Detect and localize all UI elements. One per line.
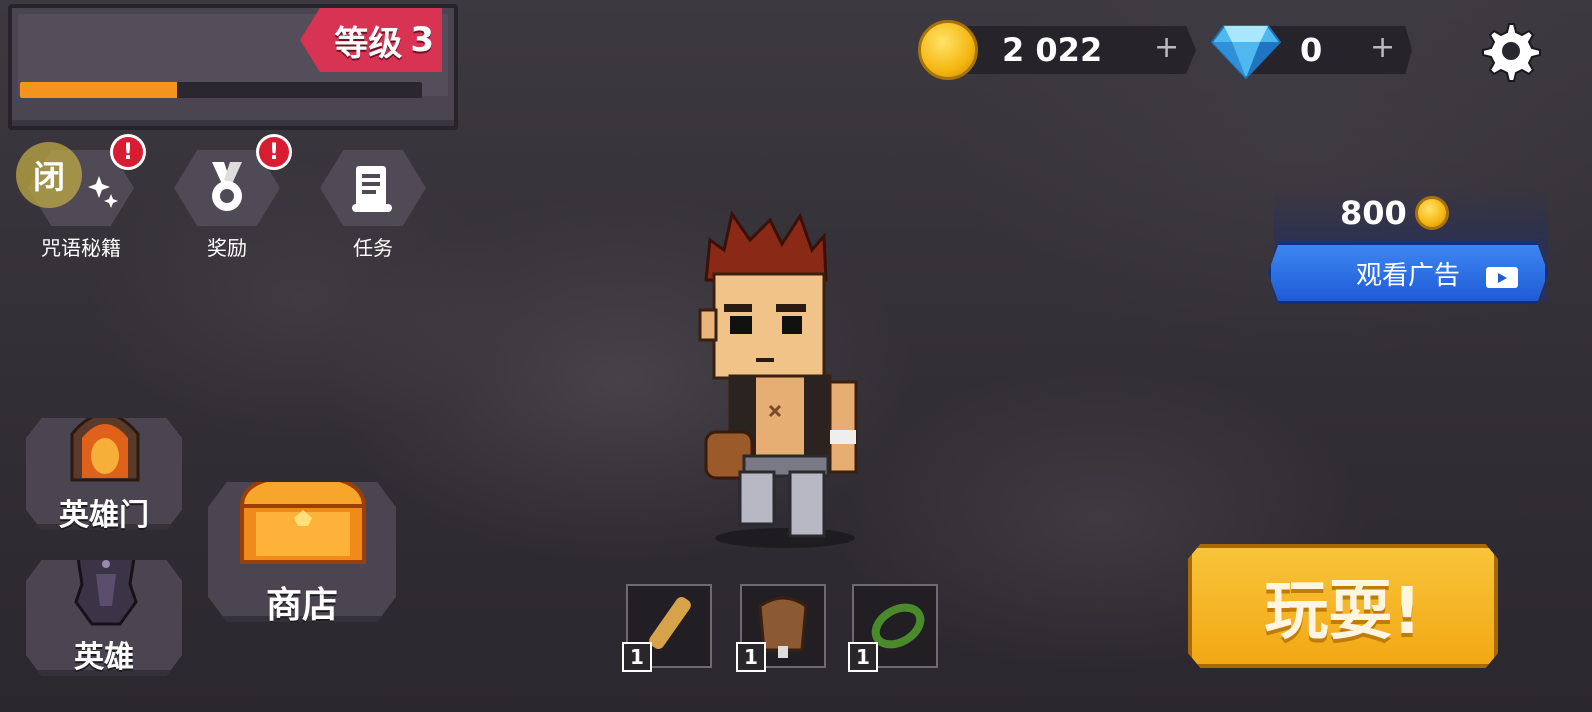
- play-button[interactable]: 玩耍!: [1188, 544, 1498, 668]
- xp-bar: [20, 82, 422, 98]
- rewards-alert-badge: !: [256, 134, 292, 170]
- ad-reward-amount: 800: [1340, 194, 1407, 232]
- play-label: 玩耍!: [1264, 575, 1422, 649]
- xp-bar-fill: [20, 82, 177, 98]
- inventory-slot-vest[interactable]: 1: [736, 584, 826, 672]
- portal-icon: [70, 418, 140, 482]
- heroes-label: 英雄: [74, 640, 134, 675]
- treasure-chest-icon: [239, 482, 367, 564]
- rewards-label: 奖励: [207, 236, 247, 260]
- armor-icon: [74, 560, 138, 626]
- watch-ad-button[interactable]: 观看广告: [1268, 242, 1548, 304]
- level-value: 3: [410, 20, 434, 60]
- tasks-menu[interactable]: 任务: [320, 150, 426, 260]
- hero-gate-button[interactable]: 英雄门: [26, 418, 182, 530]
- spellbook-alert-badge: !: [110, 134, 146, 170]
- settings-gear-icon[interactable]: [1476, 18, 1542, 84]
- inventory-slot-scroll[interactable]: 1: [622, 584, 712, 672]
- tasks-button[interactable]: [320, 150, 426, 226]
- coin-amount: 2 022: [1002, 31, 1103, 69]
- spellbook-menu[interactable]: 闭 ! 咒语秘籍: [16, 134, 146, 260]
- watch-ad-label: 观看广告: [1355, 260, 1460, 291]
- shop-label: 商店: [265, 585, 338, 626]
- add-gems-button[interactable]: +: [1370, 30, 1395, 65]
- medal-icon: [212, 162, 242, 211]
- inventory-slot-ring[interactable]: 1: [848, 584, 938, 672]
- hero-character[interactable]: [690, 210, 880, 550]
- ad-reward: 800: [1340, 194, 1449, 232]
- coin-icon: [1414, 196, 1449, 230]
- tasks-label: 任务: [353, 236, 393, 260]
- spellbook-label: 咒语秘籍: [41, 236, 121, 260]
- item-count: 1: [622, 642, 652, 672]
- coin-icon: [918, 20, 978, 80]
- scroll-list-icon: [352, 166, 392, 212]
- level-label: 等级: [334, 23, 403, 64]
- video-clapper-icon: [1486, 267, 1518, 288]
- heroes-button[interactable]: 英雄: [26, 560, 182, 676]
- item-count: 1: [736, 642, 766, 672]
- gem-amount: 0: [1300, 31, 1323, 69]
- rewards-menu[interactable]: ! 奖励: [174, 134, 292, 260]
- gem-icon: [1210, 25, 1282, 80]
- item-count: 1: [848, 642, 878, 672]
- level-badge: 等级 3: [300, 8, 442, 72]
- add-coins-button[interactable]: +: [1154, 30, 1179, 65]
- shop-button[interactable]: 商店: [208, 482, 396, 622]
- hero-gate-label: 英雄门: [59, 498, 149, 533]
- closed-glyph-icon: 闭: [16, 142, 82, 208]
- coin-counter: 2 022 +: [948, 26, 1196, 74]
